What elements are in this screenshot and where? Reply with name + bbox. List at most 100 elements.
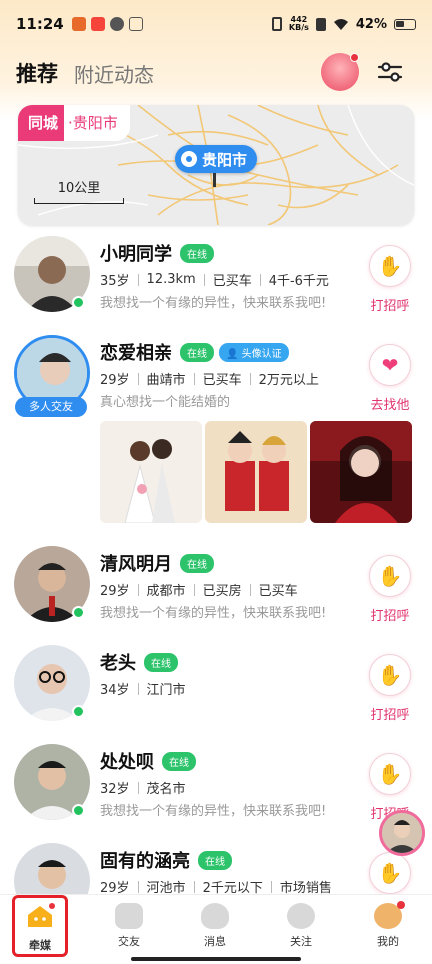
wave-hand-icon: ✋ (377, 564, 403, 588)
meta-car: 已买车 (202, 373, 242, 388)
user-card[interactable]: 清风明月 在线 29岁 成都市 已买房 已买车 我想找一个有缘的异性，快来联系我吧… (0, 546, 432, 632)
meta-distance: 12.3km (146, 272, 196, 287)
battery-percent: 42% (355, 16, 387, 32)
greet-button[interactable]: ✋ (369, 555, 411, 597)
gallery-photo[interactable] (205, 421, 307, 523)
user-card[interactable]: 处处呗在线 32岁 茂名市 我想找一个有缘的异性，快来联系我吧! ✋ 打招呼 (0, 744, 432, 830)
meta-age: 34岁 (100, 683, 130, 698)
user-meta: 29岁 成都市 已买房 已买车 (100, 580, 298, 599)
video-icon (115, 903, 143, 929)
user-name: 清风明月 (100, 554, 172, 575)
meta-house: 已买房 (202, 584, 242, 599)
gallery-photo[interactable] (310, 421, 412, 523)
meta-city: 曲靖市 (146, 373, 186, 388)
user-meta: 35岁 12.3km 已买车 4千-6千元 (100, 270, 329, 289)
user-card[interactable]: 固有的涵亮 在线 29岁 河池市 2千元以下 市场销售 ✋ (0, 843, 432, 894)
my-avatar-button[interactable] (321, 53, 359, 91)
wave-hand-icon: ✋ (377, 861, 403, 885)
online-status-dot (72, 296, 85, 309)
wifi-icon (333, 18, 348, 30)
nav-tab-home[interactable]: 牵媒 (10, 899, 70, 952)
meta-income: 2千元以下 (202, 881, 263, 894)
user-desc: 真心想找一个能结婚的 (100, 395, 231, 410)
meta-city: 茂名市 (146, 782, 186, 797)
meta-age: 29岁 (100, 373, 130, 388)
floating-live-avatar[interactable] (379, 810, 425, 856)
city-name-label: ·贵阳市 (64, 105, 130, 141)
greet-button[interactable]: ✋ (369, 753, 411, 795)
meta-income: 4千-6千元 (268, 274, 329, 289)
meta-age: 35岁 (100, 274, 130, 289)
notification-dot (350, 53, 359, 62)
city-map-card[interactable]: 同城 ·贵阳市 10公里 贵阳市 (18, 105, 414, 225)
nav-tab-me[interactable]: 我的 (358, 899, 418, 951)
user-avatar[interactable] (14, 843, 90, 894)
greet-button[interactable]: ✋ (369, 245, 411, 287)
group-label: 多人交友 (29, 400, 73, 413)
tab-nearby[interactable]: 附近动态 (74, 59, 154, 88)
greet-label[interactable]: 打招呼 (362, 704, 418, 723)
scale-bar (34, 198, 124, 204)
wave-hand-icon: ✋ (377, 663, 403, 687)
filter-icon[interactable] (377, 60, 403, 84)
user-desc: 我想找一个有缘的异性，快来联系我吧! (100, 606, 327, 621)
user-name: 老头 (100, 653, 136, 674)
user-card[interactable]: 小明同学 在线 35岁 12.3km 已买车 4千-6千元 我想找一个有缘的异性，… (0, 236, 432, 322)
group-chat-tag: 多人交友 (15, 397, 87, 417)
user-name: 恋爱相亲 (100, 343, 172, 364)
user-name: 处处呗 (100, 752, 154, 773)
nav-label-me: 我的 (377, 935, 399, 948)
meta-age: 29岁 (100, 881, 130, 894)
meta-income: 2万元以上 (258, 373, 319, 388)
meta-city: 河池市 (146, 881, 186, 894)
wave-hand-icon: ✋ (377, 254, 403, 278)
vibrate-icon (271, 17, 282, 31)
home-icon (28, 903, 55, 927)
meta-city: 成都市 (146, 584, 186, 599)
wechat-icon (109, 17, 124, 31)
gesture-bar (131, 957, 301, 961)
net-speed-unit: KB/s (288, 23, 309, 32)
meta-car: 已买车 (258, 584, 298, 599)
online-badge: 在线 (198, 850, 232, 870)
face-icon (287, 903, 315, 929)
pin-label: 贵阳市 (202, 150, 248, 169)
user-name: 固有的涵亮 (100, 851, 190, 872)
greet-button[interactable]: ✋ (369, 654, 411, 696)
scale-label: 10公里 (57, 181, 101, 196)
nav-label-home: 牵媒 (29, 939, 51, 952)
profile-avatar-icon (374, 901, 405, 929)
link-icon (128, 17, 143, 31)
verify-badge: 👤 头像认证 (219, 342, 289, 362)
nav-tab-friends[interactable]: 交友 (99, 899, 159, 951)
tab-recommend[interactable]: 推荐 (16, 58, 58, 88)
status-bar: 11:24 442 KB/s 42% (0, 0, 432, 48)
status-time: 11:24 (16, 15, 64, 33)
map-location-pin[interactable]: 贵阳市 (175, 145, 258, 173)
user-card[interactable]: 老头 在线 34岁 江门市 ✋ 打招呼 (0, 645, 432, 731)
nav-label-follow: 关注 (290, 935, 312, 948)
app-notification-icon (71, 17, 86, 31)
greet-label[interactable]: 打招呼 (362, 605, 418, 624)
online-badge: 在线 (180, 243, 214, 263)
online-status-dot (72, 804, 85, 817)
heart-icon: ❤ (381, 353, 399, 377)
online-badge: 在线 (180, 553, 214, 573)
wave-hand-icon: ✋ (377, 762, 403, 786)
find-him-button[interactable]: ❤ (369, 344, 411, 386)
user-card[interactable]: 多人交友 恋爱相亲 在线 👤 头像认证 29岁 曲靖市 已买车 2万元以上 真心想找… (0, 335, 432, 525)
meta-age: 29岁 (100, 584, 130, 599)
meta-age: 32岁 (100, 782, 130, 797)
user-verify-icon: 👤 (226, 348, 239, 360)
nav-tab-messages[interactable]: 消息 (185, 899, 245, 951)
photo-gallery (100, 421, 412, 525)
gallery-photo[interactable] (100, 421, 202, 523)
greet-label[interactable]: 打招呼 (362, 295, 418, 314)
news-notification-icon (90, 17, 105, 31)
user-meta: 34岁 江门市 (100, 679, 186, 698)
meta-city: 江门市 (146, 683, 186, 698)
find-him-label[interactable]: 去找他 (362, 394, 418, 413)
greet-button[interactable]: ✋ (369, 852, 411, 894)
user-meta: 32岁 茂名市 (100, 778, 186, 797)
nav-tab-follow[interactable]: 关注 (271, 899, 331, 951)
